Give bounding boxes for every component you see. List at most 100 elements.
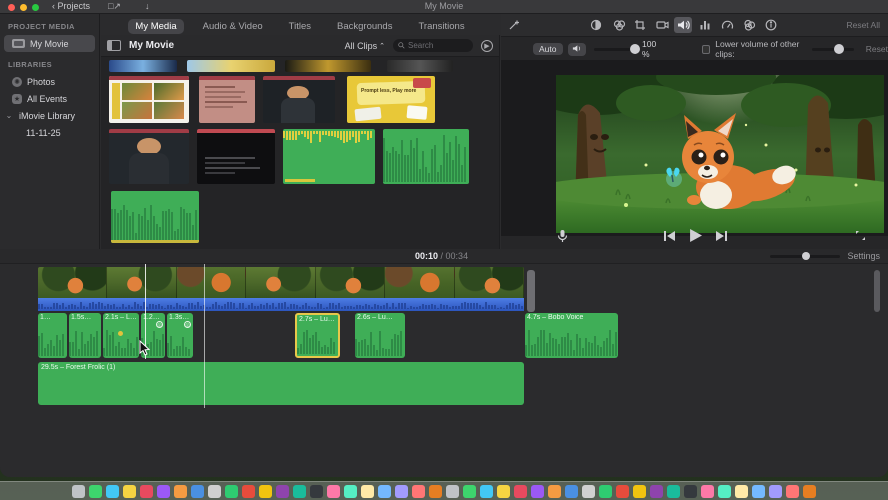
dock-app-icon[interactable] <box>446 484 459 498</box>
dock-app-icon[interactable] <box>106 484 119 498</box>
dock-app-icon[interactable] <box>803 484 816 498</box>
media-thumbnail[interactable] <box>109 60 177 72</box>
skip-back-icon[interactable] <box>664 230 675 241</box>
media-thumbnail[interactable] <box>187 60 275 72</box>
media-thumbnail-audio[interactable] <box>111 191 199 243</box>
media-thumbnail[interactable] <box>285 60 371 72</box>
clips-filter-dropdown[interactable]: All Clips ⌃ <box>345 41 385 51</box>
filmstrip-frame[interactable] <box>246 267 316 298</box>
lower-volume-slider[interactable] <box>811 43 854 54</box>
info-icon[interactable] <box>762 17 780 33</box>
fullscreen-icon[interactable] <box>855 230 866 241</box>
dock-app-icon[interactable] <box>582 484 595 498</box>
dock-app-icon[interactable] <box>429 484 442 498</box>
dock-app-icon[interactable] <box>548 484 561 498</box>
crop-icon[interactable] <box>631 17 649 33</box>
dock-app-icon[interactable] <box>123 484 136 498</box>
timeline-settings-button[interactable]: Settings <box>847 251 880 261</box>
filmstrip-frame[interactable] <box>107 267 177 298</box>
timeline-end-handle[interactable] <box>874 270 880 312</box>
record-voiceover-icon[interactable] <box>557 229 568 243</box>
filmstrip-frame[interactable] <box>38 267 108 298</box>
autoplay-icon[interactable]: ▶ <box>481 39 493 52</box>
dock-app-icon[interactable] <box>412 484 425 498</box>
dock-app-icon[interactable] <box>531 484 544 498</box>
effects-icon[interactable] <box>740 17 758 33</box>
dock-app-icon[interactable] <box>565 484 578 498</box>
dock-app-icon[interactable] <box>684 484 697 498</box>
dock-app-icon[interactable] <box>140 484 153 498</box>
tab-backgrounds[interactable]: Backgrounds <box>330 19 399 34</box>
dock-app-icon[interactable] <box>735 484 748 498</box>
color-correction-icon[interactable] <box>610 17 628 33</box>
sidebar-item-imovie-library[interactable]: ⌄ iMovie Library <box>0 107 99 124</box>
play-icon[interactable] <box>689 229 702 242</box>
sidebar-item-all-events[interactable]: ★ All Events <box>0 90 99 107</box>
dock-app-icon[interactable] <box>361 484 374 498</box>
sidebar-item-event-date[interactable]: 11-11-25 <box>0 124 99 141</box>
dock-app-icon[interactable] <box>327 484 340 498</box>
dock-app-icon[interactable] <box>72 484 85 498</box>
skip-forward-icon[interactable] <box>716 230 727 241</box>
dock-app-icon[interactable] <box>191 484 204 498</box>
tab-transitions[interactable]: Transitions <box>411 19 471 34</box>
volume-icon[interactable] <box>674 17 692 33</box>
dock-app-icon[interactable] <box>463 484 476 498</box>
dock-app-icon[interactable] <box>293 484 306 498</box>
audio-clip[interactable]: 1.3s… ◎ <box>167 313 193 358</box>
dock-app-icon[interactable] <box>344 484 357 498</box>
tab-my-media[interactable]: My Media <box>128 18 184 34</box>
dock-app-icon[interactable] <box>242 484 255 498</box>
dock-app-icon[interactable] <box>157 484 170 498</box>
audio-clip-selected[interactable]: 2.7s – Lu… <box>295 313 340 358</box>
media-thumbnail-audio[interactable] <box>283 129 375 184</box>
chevron-down-icon[interactable]: ⌄ <box>4 111 14 120</box>
dock-app-icon[interactable] <box>225 484 238 498</box>
dock-app-icon[interactable] <box>599 484 612 498</box>
speed-icon[interactable] <box>718 17 736 33</box>
dock-app-icon[interactable] <box>208 484 221 498</box>
stabilization-icon[interactable] <box>653 17 671 33</box>
dock-app-icon[interactable] <box>650 484 663 498</box>
dock-app-icon[interactable] <box>701 484 714 498</box>
noise-reduction-icon[interactable] <box>696 17 714 33</box>
dock-app-icon[interactable] <box>395 484 408 498</box>
media-thumbnail-audio[interactable] <box>383 129 469 184</box>
dock-app-icon[interactable] <box>514 484 527 498</box>
lower-volume-checkbox[interactable] <box>702 44 711 54</box>
background-music-clip[interactable]: 29.5s – Forest Frolic (1) <box>38 362 524 405</box>
enhance-wand-icon[interactable] <box>505 17 523 33</box>
dock-app-icon[interactable] <box>310 484 323 498</box>
media-thumbnail-document[interactable] <box>199 76 255 123</box>
clip-trim-handle[interactable] <box>527 270 535 312</box>
dock-app-icon[interactable] <box>718 484 731 498</box>
mute-button[interactable] <box>567 42 586 56</box>
video-clip-filmstrip[interactable] <box>38 267 524 298</box>
dock-app-icon[interactable] <box>276 484 289 498</box>
filmstrip-frame[interactable] <box>176 267 247 298</box>
tab-titles[interactable]: Titles <box>282 19 318 34</box>
volume-slider[interactable] <box>593 43 640 54</box>
audio-clip[interactable]: 1.5s… <box>69 313 101 358</box>
dock-app-icon[interactable] <box>667 484 680 498</box>
dock-app-icon[interactable] <box>769 484 782 498</box>
dock-app-icon[interactable] <box>752 484 765 498</box>
search-input[interactable] <box>408 41 468 50</box>
timeline-zoom-slider[interactable] <box>770 252 840 260</box>
media-thumbnail-portrait[interactable] <box>109 129 189 184</box>
search-field[interactable] <box>393 39 473 52</box>
sidebar-item-photos[interactable]: ✺ Photos <box>0 73 99 90</box>
media-thumbnail[interactable] <box>387 60 453 72</box>
filmstrip-frame[interactable] <box>315 267 386 298</box>
dock-app-icon[interactable] <box>633 484 646 498</box>
reset-all-button[interactable]: Reset All <box>846 20 880 30</box>
dock-app-icon[interactable] <box>259 484 272 498</box>
playhead-line[interactable] <box>204 264 205 408</box>
media-thumbnail-presenter[interactable] <box>263 76 335 123</box>
dock-app-icon[interactable] <box>174 484 187 498</box>
audio-clip[interactable]: 1… <box>38 313 67 358</box>
auto-volume-button[interactable]: Auto <box>533 43 563 55</box>
reset-button[interactable]: Reset <box>866 44 888 54</box>
dock-app-icon[interactable] <box>378 484 391 498</box>
media-thumbnail-terminal[interactable] <box>197 129 275 184</box>
